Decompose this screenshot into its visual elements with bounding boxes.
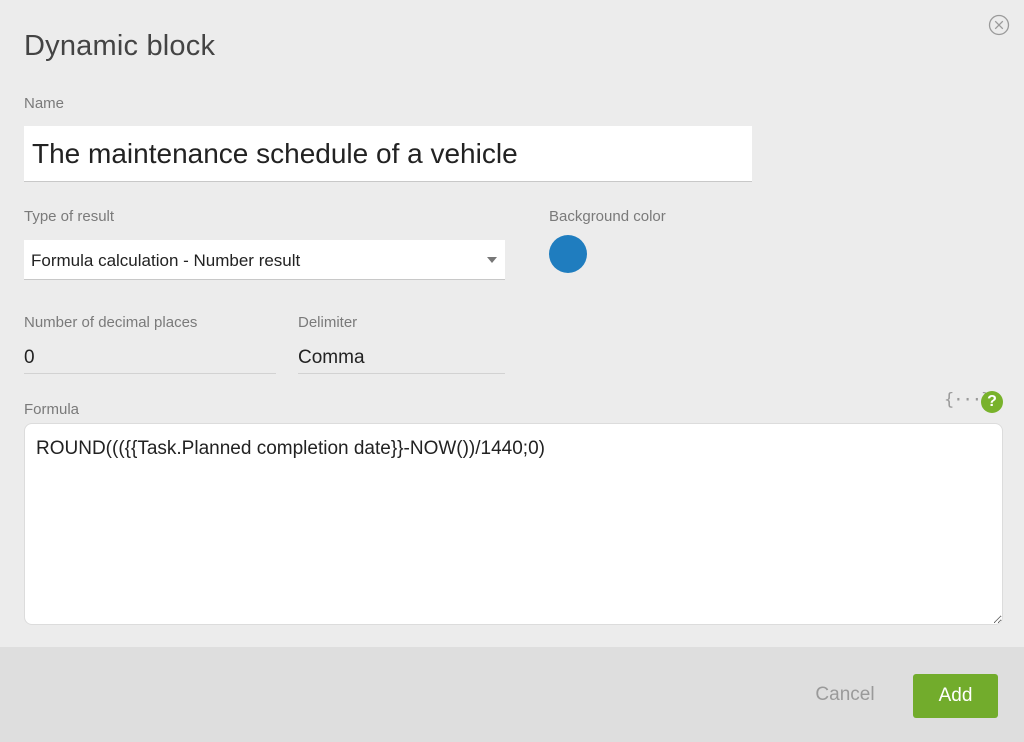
formula-textarea[interactable]: ROUND((({{Task.Planned completion date}}… xyxy=(24,423,1003,625)
dialog-title: Dynamic block xyxy=(24,30,216,62)
result-type-label: Type of result xyxy=(24,208,115,225)
background-color-swatch[interactable] xyxy=(549,235,587,273)
name-label: Name xyxy=(24,95,65,112)
background-color-label: Background color xyxy=(549,208,666,225)
decimal-places-label: Number of decimal places xyxy=(24,314,198,331)
result-type-select[interactable]: Formula calculation - Number result xyxy=(24,240,505,280)
delimiter-input[interactable] xyxy=(298,342,505,374)
cancel-button[interactable]: Cancel xyxy=(805,673,885,717)
formula-label: Formula xyxy=(24,401,80,418)
name-input[interactable] xyxy=(24,126,752,182)
close-button[interactable] xyxy=(988,14,1010,36)
close-icon xyxy=(988,14,1010,36)
dynamic-block-dialog: Dynamic block Name Type of result Formul… xyxy=(0,0,1024,647)
help-icon[interactable]: ? xyxy=(981,391,1003,413)
add-button[interactable]: Add xyxy=(913,674,998,718)
chevron-down-icon xyxy=(487,257,497,263)
decimal-places-input[interactable] xyxy=(24,342,276,374)
result-type-value: Formula calculation - Number result xyxy=(31,251,301,270)
delimiter-label: Delimiter xyxy=(298,314,358,331)
